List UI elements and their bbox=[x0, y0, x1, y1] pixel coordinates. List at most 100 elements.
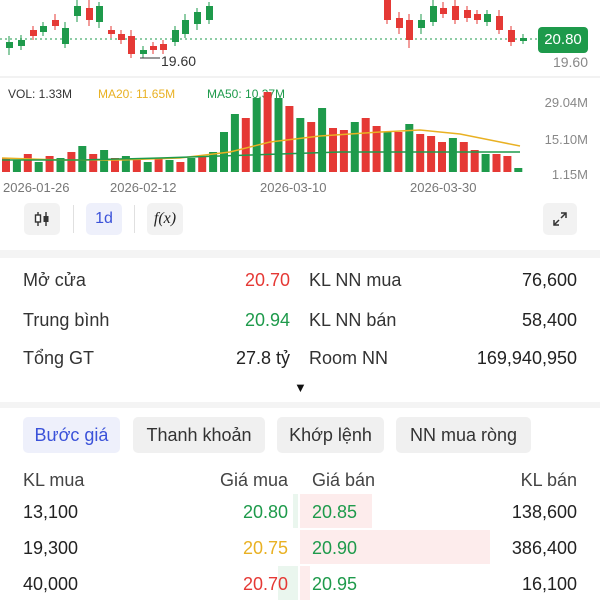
sell-volume: 16,100 bbox=[521, 574, 577, 594]
candle-body bbox=[150, 46, 157, 50]
total-value-label: Tổng GT bbox=[23, 348, 95, 368]
nn-buy-label: KL NN mua bbox=[309, 270, 402, 290]
expand-button[interactable] bbox=[543, 203, 577, 235]
expand-icon bbox=[553, 212, 567, 226]
buy-volume: 40,000 bbox=[23, 574, 79, 594]
total-value: 27.8 tỷ bbox=[235, 348, 290, 368]
volume-bar bbox=[503, 156, 512, 172]
tab-liquidity[interactable]: Thanh khoản bbox=[133, 417, 265, 453]
room-value: 169,940,950 bbox=[476, 348, 577, 368]
buy-depth-bar bbox=[293, 494, 298, 528]
buy-price: 20.75 bbox=[242, 538, 288, 558]
volume-bar bbox=[198, 156, 207, 172]
date-label: 2026-03-30 bbox=[410, 180, 477, 195]
nn-buy-value: 76,600 bbox=[521, 270, 577, 290]
expand-arrow-icon[interactable]: ▼ bbox=[294, 380, 307, 395]
candle-body bbox=[430, 6, 437, 22]
vol-tick-low: 1.15M bbox=[551, 167, 588, 182]
volume-bar bbox=[67, 152, 76, 172]
volume-bar bbox=[492, 154, 501, 172]
candle-body bbox=[18, 40, 25, 46]
candle-body bbox=[418, 20, 425, 28]
sell-volume: 386,400 bbox=[511, 538, 577, 558]
candle-body bbox=[474, 14, 481, 20]
candle-body bbox=[108, 30, 115, 34]
indicator-button[interactable]: f(x) bbox=[147, 203, 183, 235]
buy-volume: 19,300 bbox=[23, 538, 79, 558]
candlestick-icon bbox=[34, 212, 49, 226]
volume-bar bbox=[89, 154, 98, 172]
volume-bar bbox=[470, 150, 479, 172]
volume-bar bbox=[307, 122, 316, 172]
candle-body bbox=[496, 16, 503, 30]
volume-bar bbox=[416, 134, 425, 172]
volume-bar bbox=[459, 142, 468, 172]
volume-bar bbox=[361, 118, 370, 172]
candle-body bbox=[182, 20, 189, 34]
candle-body bbox=[396, 18, 403, 28]
volume-bar bbox=[274, 98, 283, 172]
price-axis-label: 19.60 bbox=[552, 54, 588, 70]
header-sell-volume: KL bán bbox=[520, 470, 577, 490]
header-sell-price: Giá bán bbox=[312, 470, 376, 490]
volume-bar bbox=[230, 114, 239, 172]
buy-price: 20.70 bbox=[242, 574, 288, 594]
tab-matched-orders[interactable]: Khớp lệnh bbox=[277, 417, 384, 453]
volume-bar bbox=[296, 118, 305, 172]
volume-bar bbox=[263, 92, 272, 172]
header-buy-price: Giá mua bbox=[219, 470, 288, 490]
candle-body bbox=[406, 20, 413, 40]
vol-tick-mid: 15.10M bbox=[544, 132, 588, 147]
volume-bar bbox=[241, 118, 250, 172]
current-price-tag: 20.80 bbox=[538, 27, 588, 53]
volume-bar bbox=[350, 122, 359, 172]
date-label: 2026-03-10 bbox=[260, 180, 327, 195]
buy-volume: 13,100 bbox=[23, 502, 79, 522]
tab-foreign-net[interactable]: NN mua ròng bbox=[396, 417, 531, 453]
room-label: Room NN bbox=[309, 348, 389, 368]
candle-body bbox=[484, 14, 491, 22]
volume-bar bbox=[176, 162, 185, 172]
volume-bar bbox=[252, 98, 261, 172]
candle-body bbox=[96, 6, 103, 22]
candle-body bbox=[520, 38, 527, 41]
candle-body bbox=[52, 20, 59, 26]
candle-body bbox=[160, 44, 167, 50]
chart-type-button[interactable] bbox=[24, 203, 60, 235]
avg-label: Trung bình bbox=[23, 310, 110, 330]
candle-body bbox=[40, 26, 47, 32]
candle-body bbox=[6, 42, 13, 48]
volume-bar bbox=[143, 162, 152, 172]
candle-body bbox=[140, 50, 147, 54]
candle-body bbox=[128, 36, 135, 54]
volume-bar bbox=[481, 154, 490, 172]
volume-bar bbox=[34, 162, 43, 172]
avg-value: 20.94 bbox=[244, 310, 290, 330]
candle-body bbox=[206, 6, 213, 20]
candlestick-chart[interactable] bbox=[0, 0, 600, 80]
low-price-marker: 19.60 bbox=[161, 53, 197, 69]
open-label: Mở cửa bbox=[23, 270, 86, 290]
volume-bar bbox=[78, 146, 87, 172]
volume-bar bbox=[438, 142, 446, 172]
volume-bar bbox=[100, 150, 109, 172]
tab-price-step[interactable]: Bước giá bbox=[23, 417, 120, 453]
interval-button[interactable]: 1d bbox=[86, 203, 122, 235]
volume-bar bbox=[154, 158, 163, 172]
candle-body bbox=[194, 12, 201, 24]
volume-bar bbox=[514, 168, 523, 172]
buy-price: 20.80 bbox=[242, 502, 288, 522]
volume-bar bbox=[132, 160, 141, 172]
candle-body bbox=[62, 28, 69, 44]
volume-bar bbox=[448, 138, 457, 172]
sell-volume: 138,600 bbox=[511, 502, 577, 522]
date-label: 2026-02-12 bbox=[110, 180, 177, 195]
volume-bar bbox=[45, 156, 54, 172]
sell-price: 20.90 bbox=[312, 538, 358, 558]
volume-bar bbox=[187, 158, 196, 172]
volume-bar bbox=[427, 136, 436, 172]
volume-bar bbox=[23, 154, 32, 172]
volume-bar bbox=[165, 160, 174, 172]
nn-sell-label: KL NN bán bbox=[309, 310, 397, 330]
vol-tick-high: 29.04M bbox=[544, 95, 588, 110]
